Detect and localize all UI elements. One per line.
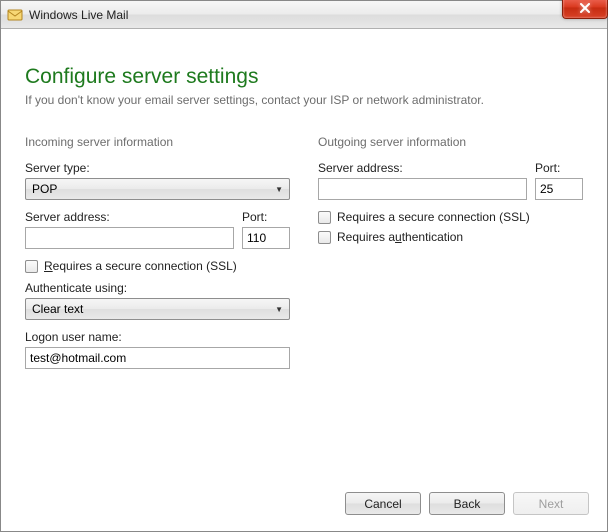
chevron-down-icon: ▼ (275, 185, 283, 194)
back-button[interactable]: Back (429, 492, 505, 515)
incoming-ssl-label: Requires a secure connection (SSL) (44, 259, 237, 273)
authenticate-value: Clear text (32, 302, 83, 316)
outgoing-server-address-label: Server address: (318, 161, 527, 175)
incoming-port-input[interactable] (242, 227, 290, 249)
columns: Incoming server information Server type:… (25, 135, 583, 470)
incoming-server-address-label: Server address: (25, 210, 234, 224)
incoming-server-address-input[interactable] (25, 227, 234, 249)
server-type-value: POP (32, 182, 57, 196)
page-heading: Configure server settings (25, 65, 583, 89)
outgoing-auth-row[interactable]: Requires authentication (318, 230, 583, 244)
page-subheading: If you don't know your email server sett… (25, 93, 583, 107)
incoming-section-title: Incoming server information (25, 135, 290, 149)
cancel-button[interactable]: Cancel (345, 492, 421, 515)
window-title: Windows Live Mail (29, 8, 128, 22)
outgoing-auth-label: Requires authentication (337, 230, 463, 244)
outgoing-section-title: Outgoing server information (318, 135, 583, 149)
outgoing-auth-checkbox[interactable] (318, 231, 331, 244)
authenticate-label: Authenticate using: (25, 281, 290, 295)
chevron-down-icon: ▼ (275, 305, 283, 314)
incoming-ssl-checkbox[interactable] (25, 260, 38, 273)
outgoing-ssl-label: Requires a secure connection (SSL) (337, 210, 530, 224)
next-button: Next (513, 492, 589, 515)
authenticate-select[interactable]: Clear text ▼ (25, 298, 290, 320)
incoming-column: Incoming server information Server type:… (25, 135, 290, 470)
titlebar: Windows Live Mail (1, 1, 607, 29)
outgoing-ssl-row[interactable]: Requires a secure connection (SSL) (318, 210, 583, 224)
logon-username-label: Logon user name: (25, 330, 290, 344)
outgoing-server-address-input[interactable] (318, 178, 527, 200)
logon-username-input[interactable] (25, 347, 290, 369)
dialog-footer: Cancel Back Next (1, 480, 607, 531)
outgoing-port-input[interactable] (535, 178, 583, 200)
close-icon (579, 3, 591, 13)
outgoing-column: Outgoing server information Server addre… (318, 135, 583, 470)
incoming-ssl-row[interactable]: Requires a secure connection (SSL) (25, 259, 290, 273)
app-icon (7, 7, 23, 23)
close-button[interactable] (562, 0, 608, 19)
incoming-port-label: Port: (242, 210, 290, 224)
outgoing-port-label: Port: (535, 161, 583, 175)
server-type-label: Server type: (25, 161, 290, 175)
dialog-content: Configure server settings If you don't k… (1, 29, 607, 480)
server-type-select[interactable]: POP ▼ (25, 178, 290, 200)
outgoing-ssl-checkbox[interactable] (318, 211, 331, 224)
